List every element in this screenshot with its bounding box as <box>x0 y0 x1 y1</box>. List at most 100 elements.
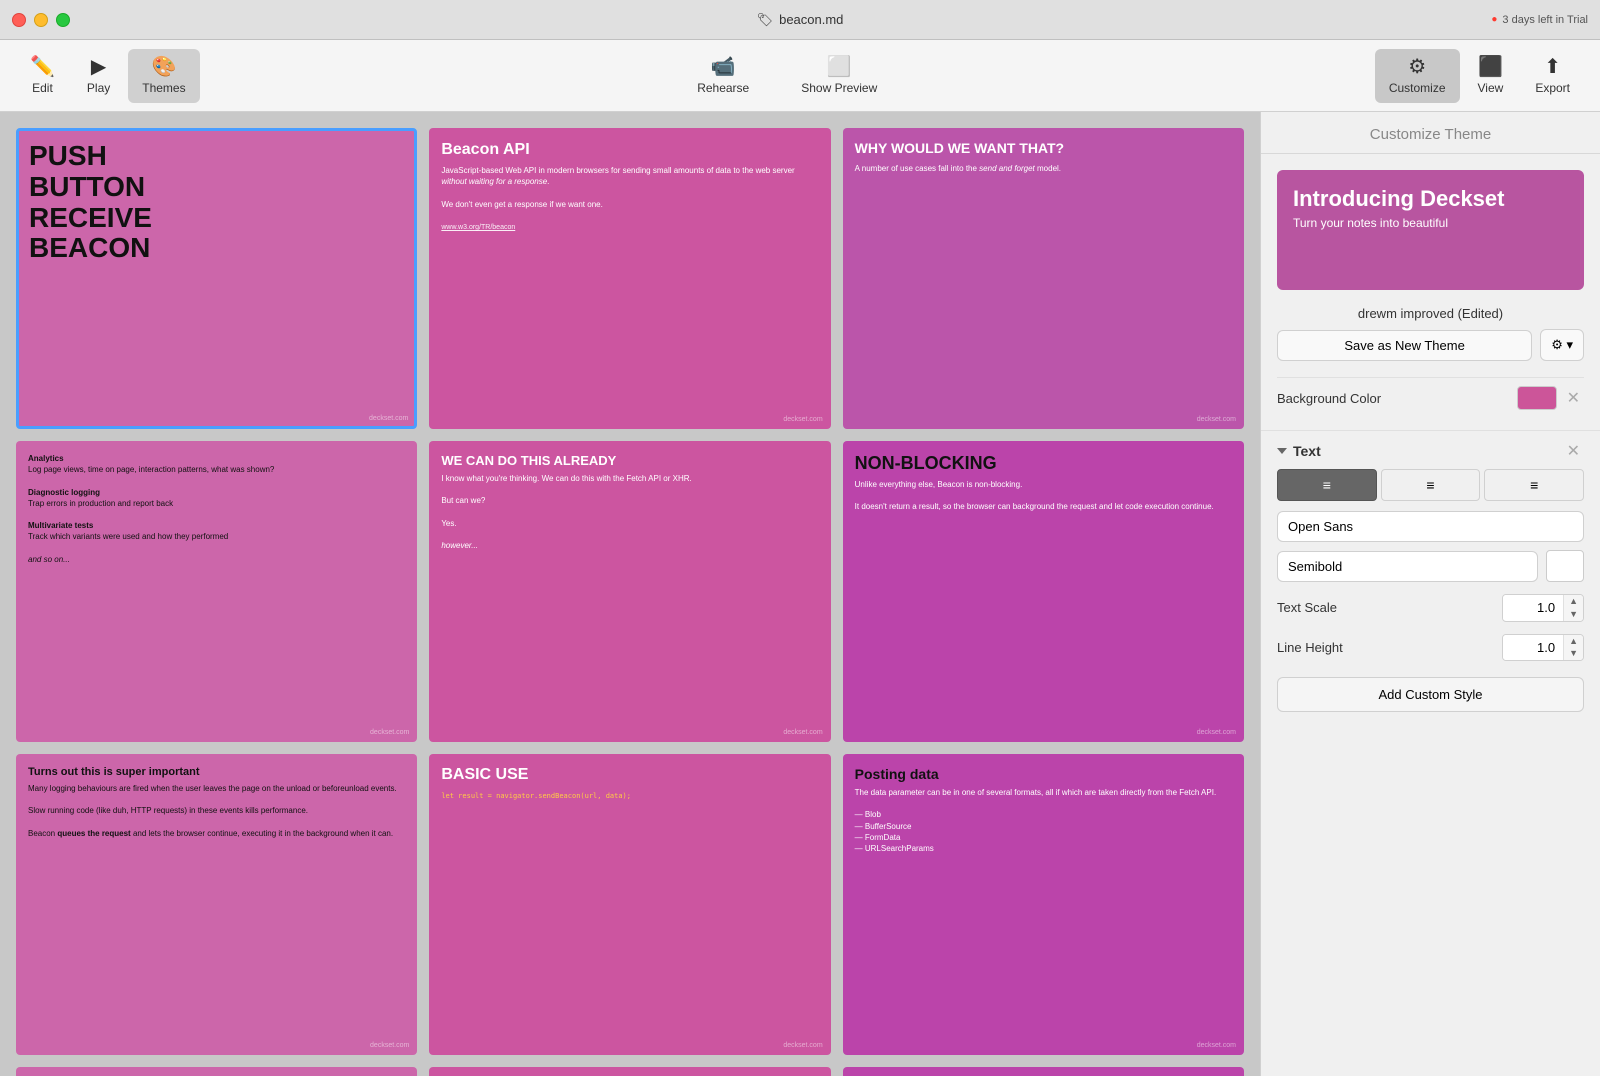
toolbar-center-group: 📹 Rehearse ⬜ Show Preview <box>200 49 1375 103</box>
line-height-row: Line Height ▲ ▼ <box>1261 630 1600 670</box>
view-icon: ⬛ <box>1478 57 1503 77</box>
align-left-button[interactable]: ≡ <box>1277 469 1377 501</box>
slide-thumb-3[interactable]: WHY WOULD WE WANT THAT? A number of use … <box>843 128 1244 429</box>
text-section-header: Text ✕ <box>1261 430 1600 469</box>
slide-content-3: WHY WOULD WE WANT THAT? A number of use … <box>845 130 1242 427</box>
theme-gear-button[interactable]: ⚙ ▾ <box>1540 329 1584 361</box>
slide-thumb-2[interactable]: Beacon API JavaScript-based Web API in m… <box>429 128 830 429</box>
line-height-down-button[interactable]: ▼ <box>1564 647 1583 660</box>
view-button[interactable]: ⬛ View <box>1464 49 1518 103</box>
line-height-input[interactable] <box>1503 635 1563 660</box>
save-theme-row: Save as New Theme ⚙ ▾ <box>1261 329 1600 377</box>
collapse-icon[interactable] <box>1277 448 1287 454</box>
line-height-label: Line Height <box>1277 640 1343 655</box>
slide-7-body: Many logging behaviours are fired when t… <box>28 783 405 839</box>
align-center-button[interactable]: ≡ <box>1381 469 1481 501</box>
show-preview-button[interactable]: ⬜ Show Preview <box>787 49 891 103</box>
themes-button[interactable]: 🎨 Themes <box>128 49 199 103</box>
slide-thumb-10[interactable]: Posting data let url = '/api/my-endpoint… <box>16 1067 417 1076</box>
traffic-lights <box>12 13 70 27</box>
slide-content-5: WE CAN DO THIS ALREADY I know what you'r… <box>431 443 828 740</box>
edit-icon: ✏️ <box>30 57 55 77</box>
slide-1-title: PUSHBUTTONRECEIVEBEACON <box>29 141 404 264</box>
bg-color-label: Background Color <box>1277 391 1381 406</box>
slide-2-title: Beacon API <box>441 140 818 159</box>
add-custom-style-button[interactable]: Add Custom Style <box>1277 677 1584 712</box>
export-button[interactable]: ⬆ Export <box>1521 49 1584 103</box>
font-select[interactable]: Open Sans Helvetica Georgia Roboto <box>1277 511 1584 542</box>
slide-content-4: Analytics Log page views, time on page, … <box>18 443 415 740</box>
slide-8-watermark: deckset.com <box>783 1042 822 1049</box>
text-section-close-button[interactable]: ✕ <box>1563 441 1584 461</box>
themes-icon: 🎨 <box>151 57 176 77</box>
slide-9-body: The data parameter can be in one of seve… <box>855 787 1232 854</box>
theme-name: drewm improved (Edited) <box>1261 306 1600 329</box>
slide-thumb-7[interactable]: Turns out this is super important Many l… <box>16 754 417 1055</box>
bg-color-swatch[interactable] <box>1517 386 1557 410</box>
slide-content-2: Beacon API JavaScript-based Web API in m… <box>431 130 828 427</box>
align-center-icon: ≡ <box>1426 477 1434 493</box>
slide-4-body: Analytics Log page views, time on page, … <box>28 453 405 565</box>
slide-4-watermark: deckset.com <box>370 729 409 736</box>
text-scale-input[interactable] <box>1503 595 1563 620</box>
close-button[interactable] <box>12 13 26 27</box>
theme-preview-subtitle: Turn your notes into beautiful <box>1293 216 1568 230</box>
align-right-icon: ≡ <box>1530 477 1538 493</box>
slide-2-body: JavaScript-based Web API in modern brows… <box>441 165 818 233</box>
slide-thumb-5[interactable]: WE CAN DO THIS ALREADY I know what you'r… <box>429 441 830 742</box>
line-height-up-button[interactable]: ▲ <box>1564 635 1583 648</box>
gear-icon: ⚙ ▾ <box>1551 337 1573 352</box>
bg-color-close-button[interactable]: ✕ <box>1563 388 1584 408</box>
slide-thumb-6[interactable]: NON-BLOCKING Unlike everything else, Bea… <box>843 441 1244 742</box>
slide-8-code: let result = navigator.sendBeacon(url, d… <box>441 792 818 800</box>
window-title: 🏷 beacon.md <box>757 12 844 28</box>
toolbar-left-group: ✏️ Edit ▶ Play 🎨 Themes <box>16 49 200 103</box>
slide-thumb-1[interactable]: PUSHBUTTONRECEIVEBEACON deckset.com <box>16 128 417 429</box>
days-left-badge: ● 3 days left in Trial <box>1491 14 1588 26</box>
slide-7-watermark: deckset.com <box>370 1042 409 1049</box>
slide-content-10: Posting data let url = '/api/my-endpoint… <box>18 1069 415 1076</box>
text-scale-spinners: ▲ ▼ <box>1563 595 1583 621</box>
slide-5-watermark: deckset.com <box>783 729 822 736</box>
slide-5-body: I know what you're thinking. We can do t… <box>441 473 818 551</box>
background-color-section: Background Color ✕ <box>1261 377 1600 430</box>
align-right-button[interactable]: ≡ <box>1484 469 1584 501</box>
play-icon: ▶ <box>91 57 106 77</box>
minimize-button[interactable] <box>34 13 48 27</box>
slide-thumb-8[interactable]: BASIC USE let result = navigator.sendBea… <box>429 754 830 1055</box>
slide-thumb-4[interactable]: Analytics Log page views, time on page, … <box>16 441 417 742</box>
slide-6-body: Unlike everything else, Beacon is non-bl… <box>855 479 1232 513</box>
theme-preview: Introducing Deckset Turn your notes into… <box>1277 170 1584 290</box>
rehearse-button[interactable]: 📹 Rehearse <box>683 49 763 103</box>
slide-3-body: A number of use cases fall into the send… <box>855 163 1232 174</box>
text-section-title: Text <box>1277 443 1321 459</box>
slide-thumb-11[interactable]: Browser support <box>429 1067 830 1076</box>
alignment-row: ≡ ≡ ≡ <box>1261 469 1600 511</box>
weight-select[interactable]: Thin Light Regular Semibold Bold Black <box>1277 551 1538 582</box>
text-scale-down-button[interactable]: ▼ <box>1564 608 1583 621</box>
edit-button[interactable]: ✏️ Edit <box>16 49 69 103</box>
maximize-button[interactable] <box>56 13 70 27</box>
file-icon: 🏷 <box>757 12 774 28</box>
slide-thumb-9[interactable]: Posting data The data parameter can be i… <box>843 754 1244 1055</box>
slide-content-9: Posting data The data parameter can be i… <box>845 756 1242 1053</box>
slide-thumb-12[interactable]: Browser support It's easy to test for: i… <box>843 1067 1244 1076</box>
rehearse-icon: 📹 <box>711 57 736 77</box>
titlebar: 🏷 beacon.md ● 3 days left in Trial <box>0 0 1600 40</box>
slides-panel[interactable]: PUSHBUTTONRECEIVEBEACON deckset.com Beac… <box>0 112 1260 1076</box>
slide-7-title: Turns out this is super important <box>28 766 405 778</box>
slide-8-title: BASIC USE <box>441 766 818 784</box>
panel-title: Customize Theme <box>1261 112 1600 154</box>
customize-button[interactable]: ⚙ Customize <box>1375 49 1460 103</box>
play-button[interactable]: ▶ Play <box>73 49 124 103</box>
text-scale-up-button[interactable]: ▲ <box>1564 595 1583 608</box>
text-scale-label: Text Scale <box>1277 600 1337 615</box>
slide-5-title: WE CAN DO THIS ALREADY <box>441 453 818 468</box>
theme-preview-title: Introducing Deckset <box>1293 186 1568 212</box>
slide-9-watermark: deckset.com <box>1197 1042 1236 1049</box>
save-theme-button[interactable]: Save as New Theme <box>1277 330 1532 361</box>
slide-content-6: NON-BLOCKING Unlike everything else, Bea… <box>845 443 1242 740</box>
customize-icon: ⚙ <box>1408 57 1426 77</box>
right-panel: Customize Theme Introducing Deckset Turn… <box>1260 112 1600 1076</box>
text-color-swatch[interactable] <box>1546 550 1584 582</box>
